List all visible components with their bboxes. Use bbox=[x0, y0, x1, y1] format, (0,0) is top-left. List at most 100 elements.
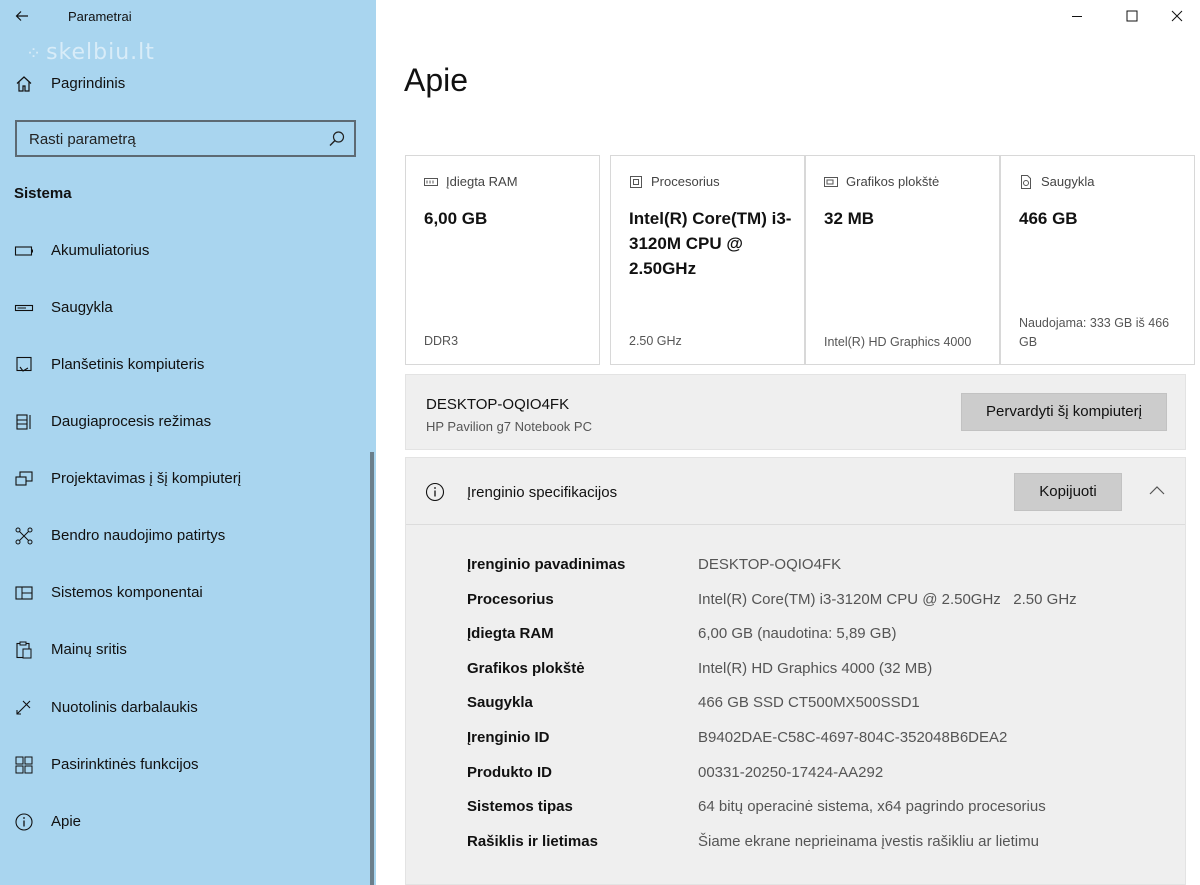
remote-desktop-icon bbox=[13, 697, 35, 719]
card-header: Įdiegta RAM bbox=[424, 174, 518, 189]
spec-row: Produkto ID 00331-20250-17424-AA292 bbox=[467, 764, 1167, 788]
pc-model: HP Pavilion g7 Notebook PC bbox=[426, 419, 592, 434]
sidebar-scrollbar[interactable] bbox=[370, 452, 374, 885]
spec-value: Intel(R) Core(TM) i3-3120M CPU @ 2.50GHz… bbox=[698, 591, 1077, 608]
sidebar: Parametrai ⁘skelbiu.lt Pagrindinis Siste… bbox=[0, 0, 376, 885]
card-label: Įdiegta RAM bbox=[446, 174, 518, 189]
spec-title: Įrenginio specifikacijos bbox=[467, 484, 618, 501]
spec-key: Grafikos plokštė bbox=[467, 660, 585, 677]
sidebar-item-label: Daugiaprocesis režimas bbox=[51, 413, 212, 430]
info-icon bbox=[425, 482, 445, 502]
system-components-icon bbox=[13, 582, 35, 604]
graphics-icon bbox=[824, 176, 838, 187]
spec-key: Įdiegta RAM bbox=[467, 625, 554, 642]
section-title: Sistema bbox=[14, 185, 72, 202]
device-specifications-panel: Įrenginio specifikacijos Kopijuoti Įreng… bbox=[405, 457, 1186, 885]
sidebar-item-projecting[interactable]: Projektavimas į šį kompiuterį bbox=[0, 459, 368, 499]
minimize-icon bbox=[1072, 16, 1082, 17]
sidebar-item-shared-experiences[interactable]: Bendro naudojimo patirtys bbox=[0, 516, 368, 556]
rename-pc-button[interactable]: Pervardyti šį kompiuterį bbox=[961, 393, 1167, 431]
spec-key: Saugykla bbox=[467, 694, 533, 711]
card-header: Saugykla bbox=[1019, 174, 1094, 189]
spec-row: Saugykla 466 GB SSD CT500MX500SSD1 bbox=[467, 694, 1167, 718]
spec-row: Grafikos plokštė Intel(R) HD Graphics 40… bbox=[467, 660, 1167, 684]
card-value: 6,00 GB bbox=[424, 209, 488, 228]
spec-row: Rašiklis ir lietimas Šiame ekrane neprie… bbox=[467, 833, 1167, 857]
minimize-button[interactable] bbox=[1054, 0, 1100, 32]
sidebar-item-label: Nuotolinis darbalaukis bbox=[51, 699, 198, 716]
sidebar-item-label: Pasirinktinės funkcijos bbox=[51, 756, 199, 773]
search-icon[interactable] bbox=[328, 130, 346, 148]
spec-value: B9402DAE-C58C-4697-804C-352048B6DEA2 bbox=[698, 729, 1008, 746]
spec-value: Intel(R) HD Graphics 4000 (32 MB) bbox=[698, 660, 933, 677]
copy-button[interactable]: Kopijuoti bbox=[1014, 473, 1122, 511]
card-footer: 2.50 GHz bbox=[629, 334, 682, 348]
spec-key: Sistemos tipas bbox=[467, 798, 573, 815]
search-box[interactable] bbox=[15, 120, 356, 157]
spec-value: 6,00 GB (naudotina: 5,89 GB) bbox=[698, 625, 897, 642]
card-footer: DDR3 bbox=[424, 334, 459, 348]
sidebar-item-label: Planšetinis kompiuteris bbox=[51, 356, 205, 373]
optional-features-icon bbox=[13, 754, 35, 776]
sidebar-item-label: Akumuliatorius bbox=[51, 242, 150, 259]
close-icon bbox=[1171, 10, 1183, 22]
spec-header[interactable]: Įrenginio specifikacijos Kopijuoti bbox=[406, 458, 1185, 525]
about-icon bbox=[13, 811, 35, 833]
spec-row: Sistemos tipas 64 bitų operacinė sistema… bbox=[467, 798, 1167, 822]
spec-value: 64 bitų operacinė sistema, x64 pagrindo … bbox=[698, 798, 1046, 815]
app-title: Parametrai bbox=[68, 9, 132, 24]
processor-icon bbox=[630, 175, 642, 188]
spec-row: Įrenginio ID B9402DAE-C58C-4697-804C-352… bbox=[467, 729, 1167, 753]
sidebar-item-label: Mainų sritis bbox=[51, 641, 127, 658]
sidebar-item-battery[interactable]: Akumuliatorius bbox=[0, 231, 368, 271]
home-icon bbox=[13, 73, 35, 95]
spec-row: Įdiegta RAM 6,00 GB (naudotina: 5,89 GB) bbox=[467, 625, 1167, 649]
sidebar-item-tablet[interactable]: Planšetinis kompiuteris bbox=[0, 345, 368, 385]
spec-key: Įrenginio pavadinimas bbox=[467, 556, 626, 573]
graphics-card: Grafikos plokštė 32 MB Intel(R) HD Graph… bbox=[805, 155, 1000, 365]
sidebar-item-multitasking[interactable]: Daugiaprocesis režimas bbox=[0, 402, 368, 442]
maximize-icon bbox=[1126, 10, 1138, 22]
search-input[interactable] bbox=[29, 129, 319, 149]
shared-experiences-icon bbox=[13, 525, 35, 547]
processor-card: Procesorius Intel(R) Core(TM) i3-3120M C… bbox=[610, 155, 805, 365]
sidebar-item-label: Sistemos komponentai bbox=[51, 584, 203, 601]
watermark: ⁘ skelbiu.lt bbox=[26, 40, 155, 65]
spec-value: Šiame ekrane neprieinama įvestis rašikli… bbox=[698, 833, 1039, 850]
sidebar-item-system-components[interactable]: Sistemos komponentai bbox=[0, 573, 368, 613]
tablet-icon bbox=[13, 354, 35, 376]
close-button[interactable] bbox=[1154, 0, 1200, 32]
card-value: 32 MB bbox=[824, 209, 875, 228]
sidebar-item-label: Bendro naudojimo patirtys bbox=[51, 527, 226, 544]
sidebar-item-clipboard[interactable]: Mainų sritis bbox=[0, 630, 368, 670]
sidebar-item-label: Saugykla bbox=[51, 299, 113, 316]
sidebar-item-label: Projektavimas į šį kompiuterį bbox=[51, 470, 242, 487]
chevron-up-icon[interactable] bbox=[1146, 480, 1168, 502]
card-label: Procesorius bbox=[651, 174, 720, 189]
sidebar-item-remote-desktop[interactable]: Nuotolinis darbalaukis bbox=[0, 688, 368, 728]
page-title: Apie bbox=[404, 62, 469, 98]
spec-value: 00331-20250-17424-AA292 bbox=[698, 764, 884, 781]
sidebar-item-about[interactable]: Apie bbox=[0, 802, 368, 842]
nav-home[interactable]: Pagrindinis bbox=[0, 70, 376, 98]
spec-key: Procesorius bbox=[467, 591, 554, 608]
multitasking-icon bbox=[13, 411, 35, 433]
projecting-icon bbox=[13, 468, 35, 490]
card-label: Saugykla bbox=[1041, 174, 1095, 189]
card-value: 466 GB bbox=[1019, 209, 1078, 228]
pc-name: DESKTOP-OQIO4FK bbox=[426, 396, 570, 413]
card-footer: Intel(R) HD Graphics 4000 bbox=[824, 335, 972, 349]
spec-key: Įrenginio ID bbox=[467, 729, 550, 746]
card-footer: Naudojama: 333 GB iš 466 GB bbox=[1019, 316, 1170, 349]
card-header: Procesorius bbox=[629, 174, 720, 189]
sidebar-item-storage[interactable]: Saugykla bbox=[0, 288, 368, 328]
maximize-button[interactable] bbox=[1109, 0, 1155, 32]
sidebar-item-optional-features[interactable]: Pasirinktinės funkcijos bbox=[0, 745, 368, 785]
storage-icon bbox=[13, 297, 35, 319]
ram-icon bbox=[424, 177, 438, 186]
back-button[interactable] bbox=[10, 4, 34, 28]
ram-card: Įdiegta RAM 6,00 GB DDR3 bbox=[405, 155, 600, 365]
card-label: Grafikos plokštė bbox=[846, 174, 940, 189]
pc-name-panel: DESKTOP-OQIO4FK HP Pavilion g7 Notebook … bbox=[405, 374, 1186, 450]
clipboard-icon bbox=[13, 639, 35, 661]
